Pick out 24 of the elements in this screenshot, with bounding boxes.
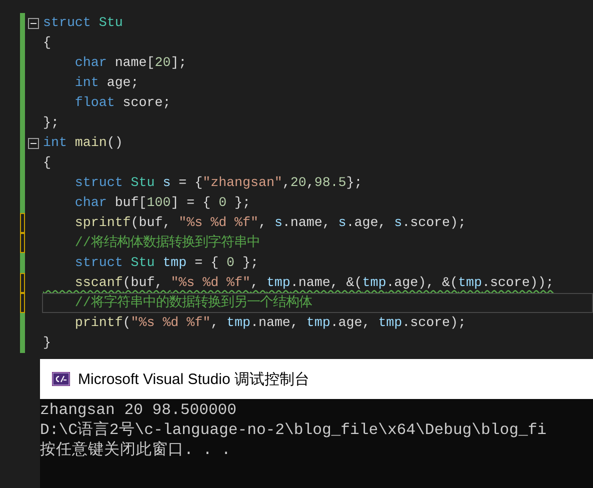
console-app-icon (52, 372, 70, 386)
code-line: int main() (43, 134, 123, 152)
code-line: int age; (74, 74, 139, 92)
code-line: }; (43, 114, 59, 132)
code-line: printf("%s %d %f", tmp.name, tmp.age, tmp.score); (74, 314, 466, 332)
console-output-line: zhangsan 20 98.500000 (40, 400, 238, 420)
code-line: sprintf(buf, "%s %d %f", s.name, s.age, s.score); (74, 214, 466, 232)
code-line: //将字符串中的数据转换到另一个结构体 (74, 294, 312, 312)
console-output-line: D:\C语言2号\c-language-no-2\blog_file\x64\Debug\blog_fi (40, 420, 548, 440)
code-line: struct Stu (43, 14, 123, 32)
code-line: { (43, 154, 51, 172)
code-line: struct Stu s = {"zhangsan",20,98.5}; (74, 174, 362, 192)
console-output-line: 按任意键关闭此窗口. . . (40, 440, 232, 460)
code-line: //将结构体数据转换到字符串中 (74, 234, 260, 252)
collapse-icon[interactable] (28, 138, 39, 148)
code-line: char buf[100] = { 0 }; (74, 194, 251, 212)
code-line: { (43, 34, 51, 52)
code-line: struct Stu tmp = { 0 }; (74, 254, 258, 272)
collapse-icon[interactable] (28, 18, 39, 28)
code-line: sscanf(buf, "%s %d %f", tmp.name, &(tmp.age), &(tmp.score)); (74, 274, 554, 292)
code-line: char name[20]; (74, 54, 187, 72)
window-title: Microsoft Visual Studio 调试控制台 (78, 370, 310, 388)
code-line: } (43, 334, 51, 352)
code-line: float score; (74, 94, 171, 112)
